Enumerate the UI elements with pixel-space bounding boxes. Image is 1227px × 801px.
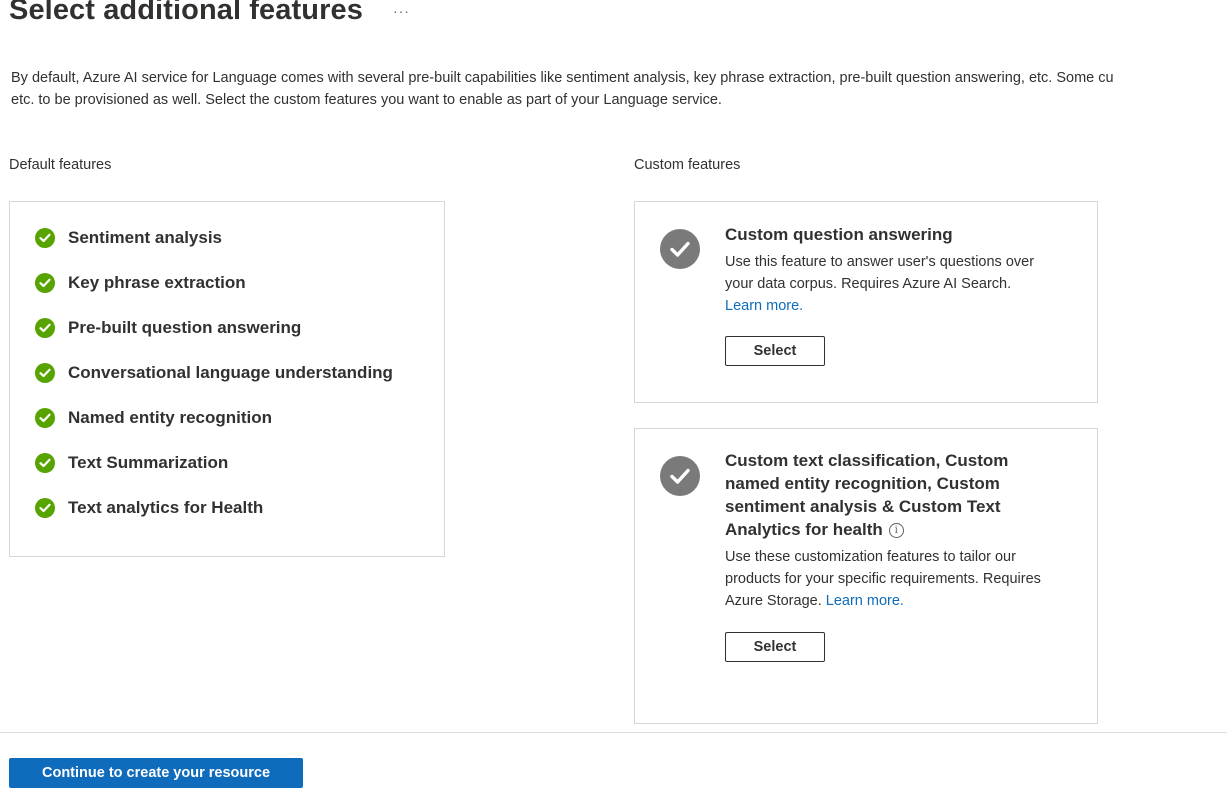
default-feature-item: Text Summarization xyxy=(35,453,228,473)
card-title: Custom question answering xyxy=(725,225,953,244)
description-line-1: By default, Azure AI service for Languag… xyxy=(11,70,1114,86)
card-title-text: Custom text classification, Custom named… xyxy=(725,451,1009,539)
gray-checkmark-icon xyxy=(660,229,700,269)
default-feature-label: Text Summarization xyxy=(68,453,229,472)
default-feature-item: Named entity recognition xyxy=(35,408,272,428)
green-checkmark-icon xyxy=(35,453,55,473)
custom-text-features-card: Custom text classification, Custom named… xyxy=(634,428,1098,724)
green-checkmark-icon xyxy=(35,273,55,293)
select-button[interactable]: Select xyxy=(725,336,825,366)
gray-checkmark-icon xyxy=(660,456,700,496)
footer-divider xyxy=(0,732,1227,733)
card-description-text: Use this feature to answer user's questi… xyxy=(725,254,1035,292)
custom-question-answering-card: Custom question answering Use this featu… xyxy=(634,201,1098,403)
card-description: Use these customization features to tail… xyxy=(725,546,1055,612)
card-description: Use this feature to answer user's questi… xyxy=(725,251,1045,317)
default-features-label: Default features xyxy=(9,157,112,173)
default-feature-item: Conversational language understanding xyxy=(35,363,393,383)
green-checkmark-icon xyxy=(35,318,55,338)
title-row: Select additional features ··· xyxy=(9,0,410,27)
info-icon[interactable]: i xyxy=(888,523,904,538)
default-feature-item: Key phrase extraction xyxy=(35,273,246,293)
page: Select additional features ··· By defaul… xyxy=(0,0,1227,801)
green-checkmark-icon xyxy=(35,228,55,248)
more-options-button[interactable]: ··· xyxy=(393,4,410,18)
default-feature-item: Text analytics for Health xyxy=(35,498,263,518)
green-checkmark-icon xyxy=(35,498,55,518)
default-feature-label: Conversational language understanding xyxy=(68,363,393,382)
page-title: Select additional features xyxy=(9,0,363,26)
default-features-panel: Sentiment analysis Key phrase extraction… xyxy=(9,201,445,557)
green-checkmark-icon xyxy=(35,408,55,428)
default-feature-label: Key phrase extraction xyxy=(68,273,246,292)
select-button[interactable]: Select xyxy=(725,632,825,662)
green-checkmark-icon xyxy=(35,363,55,383)
description-line-2: etc. to be provisioned as well. Select t… xyxy=(11,92,722,108)
default-feature-item: Sentiment analysis xyxy=(35,228,222,248)
card-title: Custom text classification, Custom named… xyxy=(725,449,1015,541)
learn-more-link[interactable]: Learn more. xyxy=(826,593,904,609)
default-feature-label: Text analytics for Health xyxy=(68,498,264,517)
default-feature-label: Pre-built question answering xyxy=(68,318,302,337)
continue-to-create-resource-button[interactable]: Continue to create your resource xyxy=(9,758,303,788)
default-feature-item: Pre-built question answering xyxy=(35,318,301,338)
default-feature-label: Named entity recognition xyxy=(68,408,273,427)
default-feature-label: Sentiment analysis xyxy=(68,228,223,247)
custom-features-label: Custom features xyxy=(634,157,741,173)
learn-more-link[interactable]: Learn more. xyxy=(725,298,803,314)
page-description: By default, Azure AI service for Languag… xyxy=(11,67,1227,111)
